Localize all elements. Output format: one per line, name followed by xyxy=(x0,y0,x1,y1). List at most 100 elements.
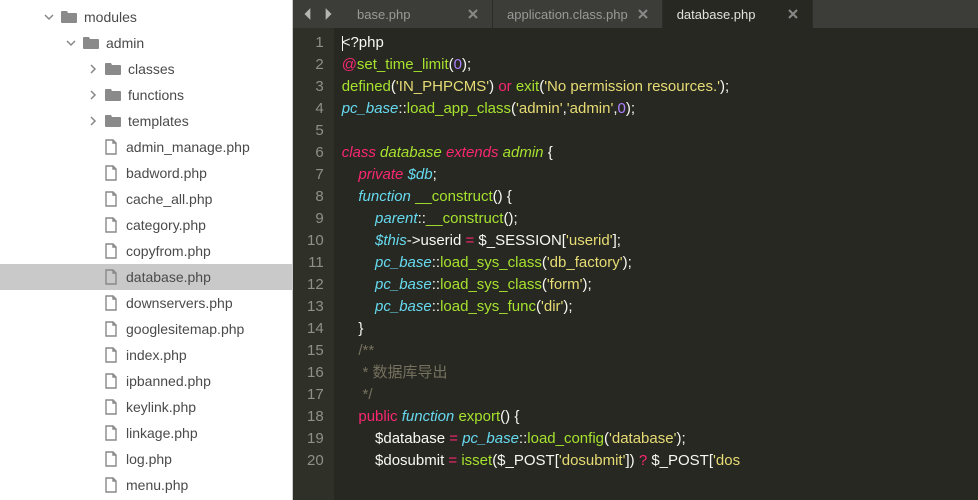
tab-label: application.class.php xyxy=(507,7,628,22)
code-line[interactable]: function __construct() { xyxy=(342,186,978,208)
file-icon xyxy=(104,425,120,441)
line-number: 6 xyxy=(307,142,324,164)
code-line[interactable]: */ xyxy=(342,384,978,406)
tab-bar: base.php application.class.php database.ph… xyxy=(343,0,978,28)
code-line[interactable]: /** xyxy=(342,340,978,362)
tree-file[interactable]: index.php xyxy=(0,342,292,368)
code-line[interactable]: pc_base::load_sys_class('form'); xyxy=(342,274,978,296)
tree-folder-admin[interactable]: admin xyxy=(0,30,292,56)
code-line[interactable]: parent::__construct(); xyxy=(342,208,978,230)
code-line[interactable]: pc_base::load_sys_func('dir'); xyxy=(342,296,978,318)
editor-tab[interactable]: database.php xyxy=(663,0,813,28)
tree-folder[interactable]: functions xyxy=(0,82,292,108)
tree-file[interactable]: cache_all.php xyxy=(0,186,292,212)
file-icon xyxy=(104,191,120,207)
file-icon xyxy=(104,373,120,389)
file-icon xyxy=(104,165,120,181)
tree-label: classes xyxy=(128,59,175,79)
close-icon[interactable] xyxy=(788,9,798,19)
tree-file[interactable]: linkage.php xyxy=(0,420,292,446)
tree-label: ipbanned.php xyxy=(126,371,211,391)
code-line[interactable]: private $db; xyxy=(342,164,978,186)
file-icon xyxy=(104,139,120,155)
tree-file[interactable]: ipbanned.php xyxy=(0,368,292,394)
tree-file[interactable]: menu.php xyxy=(0,472,292,498)
tree-label: admin xyxy=(106,33,144,53)
file-icon xyxy=(104,269,120,285)
line-gutter: 1234567891011121314151617181920 xyxy=(293,28,334,500)
editor-tab[interactable]: base.php xyxy=(343,0,493,28)
tree-file[interactable]: googlesitemap.php xyxy=(0,316,292,342)
file-icon xyxy=(104,477,120,493)
folder-icon xyxy=(104,60,122,78)
code-line[interactable]: * 数据库导出 xyxy=(342,362,978,384)
tree-folder-modules[interactable]: modules xyxy=(0,4,292,30)
file-icon xyxy=(104,347,120,363)
code-editor[interactable]: 1234567891011121314151617181920 <?php@se… xyxy=(293,28,978,500)
tree-label: googlesitemap.php xyxy=(126,319,244,339)
code-line[interactable]: pc_base::load_sys_class('db_factory'); xyxy=(342,252,978,274)
tree-file[interactable]: database.php xyxy=(0,264,292,290)
code-line[interactable]: @set_time_limit(0); xyxy=(342,54,978,76)
line-number: 7 xyxy=(307,164,324,186)
file-icon xyxy=(104,321,120,337)
tree-file[interactable]: badword.php xyxy=(0,160,292,186)
tree-label: log.php xyxy=(126,449,172,469)
code-line[interactable]: defined('IN_PHPCMS') or exit('No permiss… xyxy=(342,76,978,98)
line-number: 14 xyxy=(307,318,324,340)
code-line[interactable]: $database = pc_base::load_config('databa… xyxy=(342,428,978,450)
line-number: 11 xyxy=(307,252,324,274)
tree-label: menu.php xyxy=(126,475,188,495)
tree-file[interactable]: admin_manage.php xyxy=(0,134,292,160)
code-content[interactable]: <?php@set_time_limit(0);defined('IN_PHPC… xyxy=(334,28,978,500)
code-line[interactable]: } xyxy=(342,318,978,340)
line-number: 20 xyxy=(307,450,324,472)
line-number: 4 xyxy=(307,98,324,120)
file-tree: modules admin classesfunctionstemplates … xyxy=(0,0,292,500)
file-icon xyxy=(104,451,120,467)
code-line[interactable] xyxy=(342,120,978,142)
editor-area: base.php application.class.php database.ph… xyxy=(293,0,978,500)
tree-label: downservers.php xyxy=(126,293,233,313)
nav-forward-icon[interactable] xyxy=(321,7,335,21)
tree-file[interactable]: copyfrom.php xyxy=(0,238,292,264)
tree-folder[interactable]: classes xyxy=(0,56,292,82)
chevron-right-icon xyxy=(86,114,100,128)
chevron-right-icon xyxy=(86,88,100,102)
code-line[interactable]: pc_base::load_app_class('admin','admin',… xyxy=(342,98,978,120)
folder-icon xyxy=(104,86,122,104)
code-line[interactable]: <?php xyxy=(342,32,978,54)
close-icon[interactable] xyxy=(468,9,478,19)
folder-icon xyxy=(104,112,122,130)
editor-tab[interactable]: application.class.php xyxy=(493,0,663,28)
tree-label: category.php xyxy=(126,215,206,235)
tree-file[interactable]: category.php xyxy=(0,212,292,238)
tree-file[interactable]: log.php xyxy=(0,446,292,472)
tab-label: base.php xyxy=(357,7,411,22)
chevron-right-icon xyxy=(86,62,100,76)
tree-file[interactable]: keylink.php xyxy=(0,394,292,420)
nav-arrows xyxy=(293,7,343,21)
line-number: 17 xyxy=(307,384,324,406)
code-line[interactable]: class database extends admin { xyxy=(342,142,978,164)
nav-back-icon[interactable] xyxy=(301,7,315,21)
line-number: 19 xyxy=(307,428,324,450)
file-icon xyxy=(104,295,120,311)
folder-icon xyxy=(60,8,78,26)
line-number: 2 xyxy=(307,54,324,76)
tab-label: database.php xyxy=(677,7,756,22)
code-line[interactable]: $this->userid = $_SESSION['userid']; xyxy=(342,230,978,252)
code-line[interactable]: $dosubmit = isset($_POST['dosubmit']) ? … xyxy=(342,450,978,472)
tree-label: functions xyxy=(128,85,184,105)
file-tree-sidebar[interactable]: modules admin classesfunctionstemplates … xyxy=(0,0,293,500)
tree-label: linkage.php xyxy=(126,423,198,443)
tree-label: copyfrom.php xyxy=(126,241,211,261)
tree-folder[interactable]: templates xyxy=(0,108,292,134)
code-line[interactable]: public function export() { xyxy=(342,406,978,428)
tree-file[interactable]: downservers.php xyxy=(0,290,292,316)
line-number: 8 xyxy=(307,186,324,208)
tree-label: database.php xyxy=(126,267,211,287)
close-icon[interactable] xyxy=(638,9,648,19)
chevron-down-icon xyxy=(42,10,56,24)
file-icon xyxy=(104,217,120,233)
